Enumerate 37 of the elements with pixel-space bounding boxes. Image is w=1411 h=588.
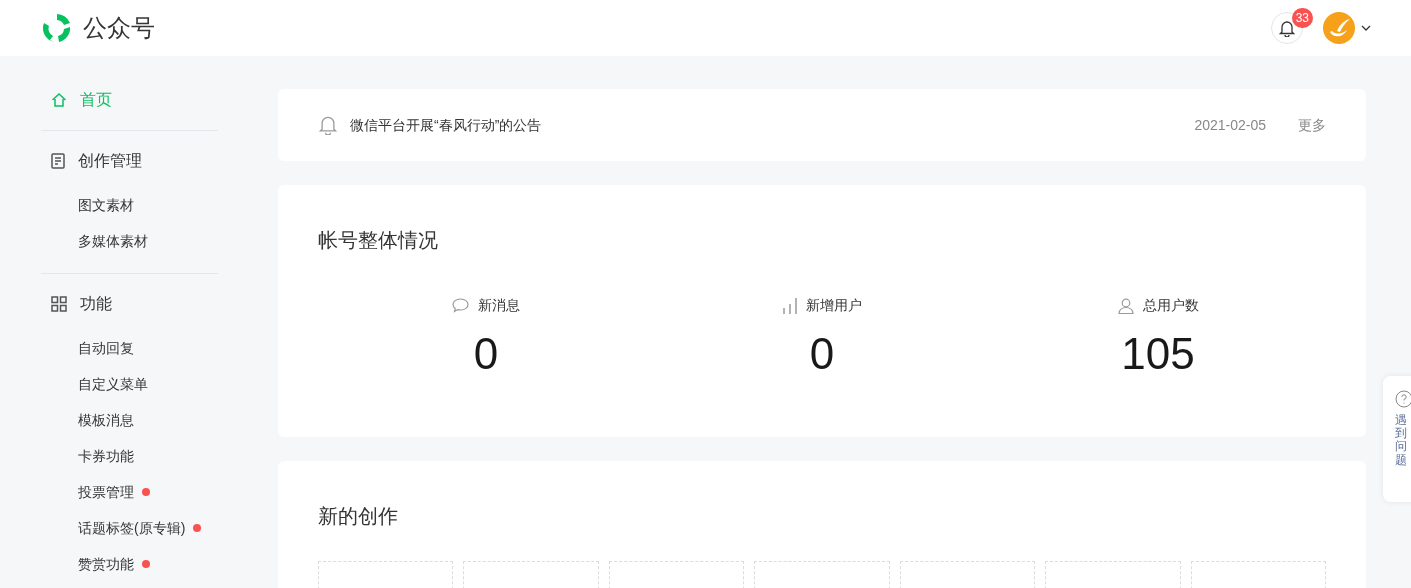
nav-item[interactable]: 功能 xyxy=(41,292,218,316)
stat-label: 总用户数 xyxy=(1142,296,1199,315)
bar-chart-icon xyxy=(782,297,797,314)
card-title: 新的创作 xyxy=(318,504,399,529)
document-icon xyxy=(51,153,65,169)
bell-icon xyxy=(1279,19,1295,37)
announcement-date: 2021-02-05 xyxy=(1194,115,1266,135)
help-label: 遇到问题 xyxy=(1395,414,1407,467)
nav-subitem[interactable]: 图文素材 xyxy=(78,194,134,216)
home-icon xyxy=(51,92,67,108)
help-icon xyxy=(1395,390,1411,408)
avatar-icon[interactable] xyxy=(1323,12,1355,44)
nav-subitem[interactable]: 多媒体素材 xyxy=(78,230,148,252)
nav-subitem[interactable]: 投票管理 xyxy=(78,481,134,503)
chat-bubble-icon xyxy=(452,298,469,313)
nav-subitem[interactable]: 自动回复 xyxy=(78,337,134,359)
nav-subitem[interactable]: 模板消息 xyxy=(78,409,134,431)
announcement-link[interactable]: 微信平台开展“春风行动”的公告 xyxy=(350,114,542,136)
help-tab[interactable]: 遇到问题 xyxy=(1383,376,1411,502)
chevron-down-icon[interactable] xyxy=(1361,25,1371,31)
stat-label: 新消息 xyxy=(478,296,520,315)
card-title: 帐号整体情况 xyxy=(318,228,439,253)
stat-value: 0 xyxy=(473,328,499,380)
notification-count: 33 xyxy=(1291,8,1313,28)
app-title: 公众号 xyxy=(83,13,155,43)
more-link[interactable]: 更多 xyxy=(1298,114,1326,136)
nav-subitem[interactable]: 话题标签(原专辑) xyxy=(78,517,186,539)
stat-value: 0 xyxy=(809,328,835,380)
stat-label: 新增用户 xyxy=(805,296,862,315)
stat-value: 105 xyxy=(1121,328,1195,380)
user-icon xyxy=(1117,297,1134,314)
nav-subitem[interactable]: 赞赏功能 xyxy=(78,553,134,575)
bell-icon xyxy=(318,115,338,135)
nav-subitem[interactable]: 自定义菜单 xyxy=(78,373,148,395)
nav-subitem[interactable]: 卡券功能 xyxy=(78,445,134,467)
nav-item[interactable]: 创作管理 xyxy=(41,149,218,173)
grid-icon xyxy=(51,296,67,312)
